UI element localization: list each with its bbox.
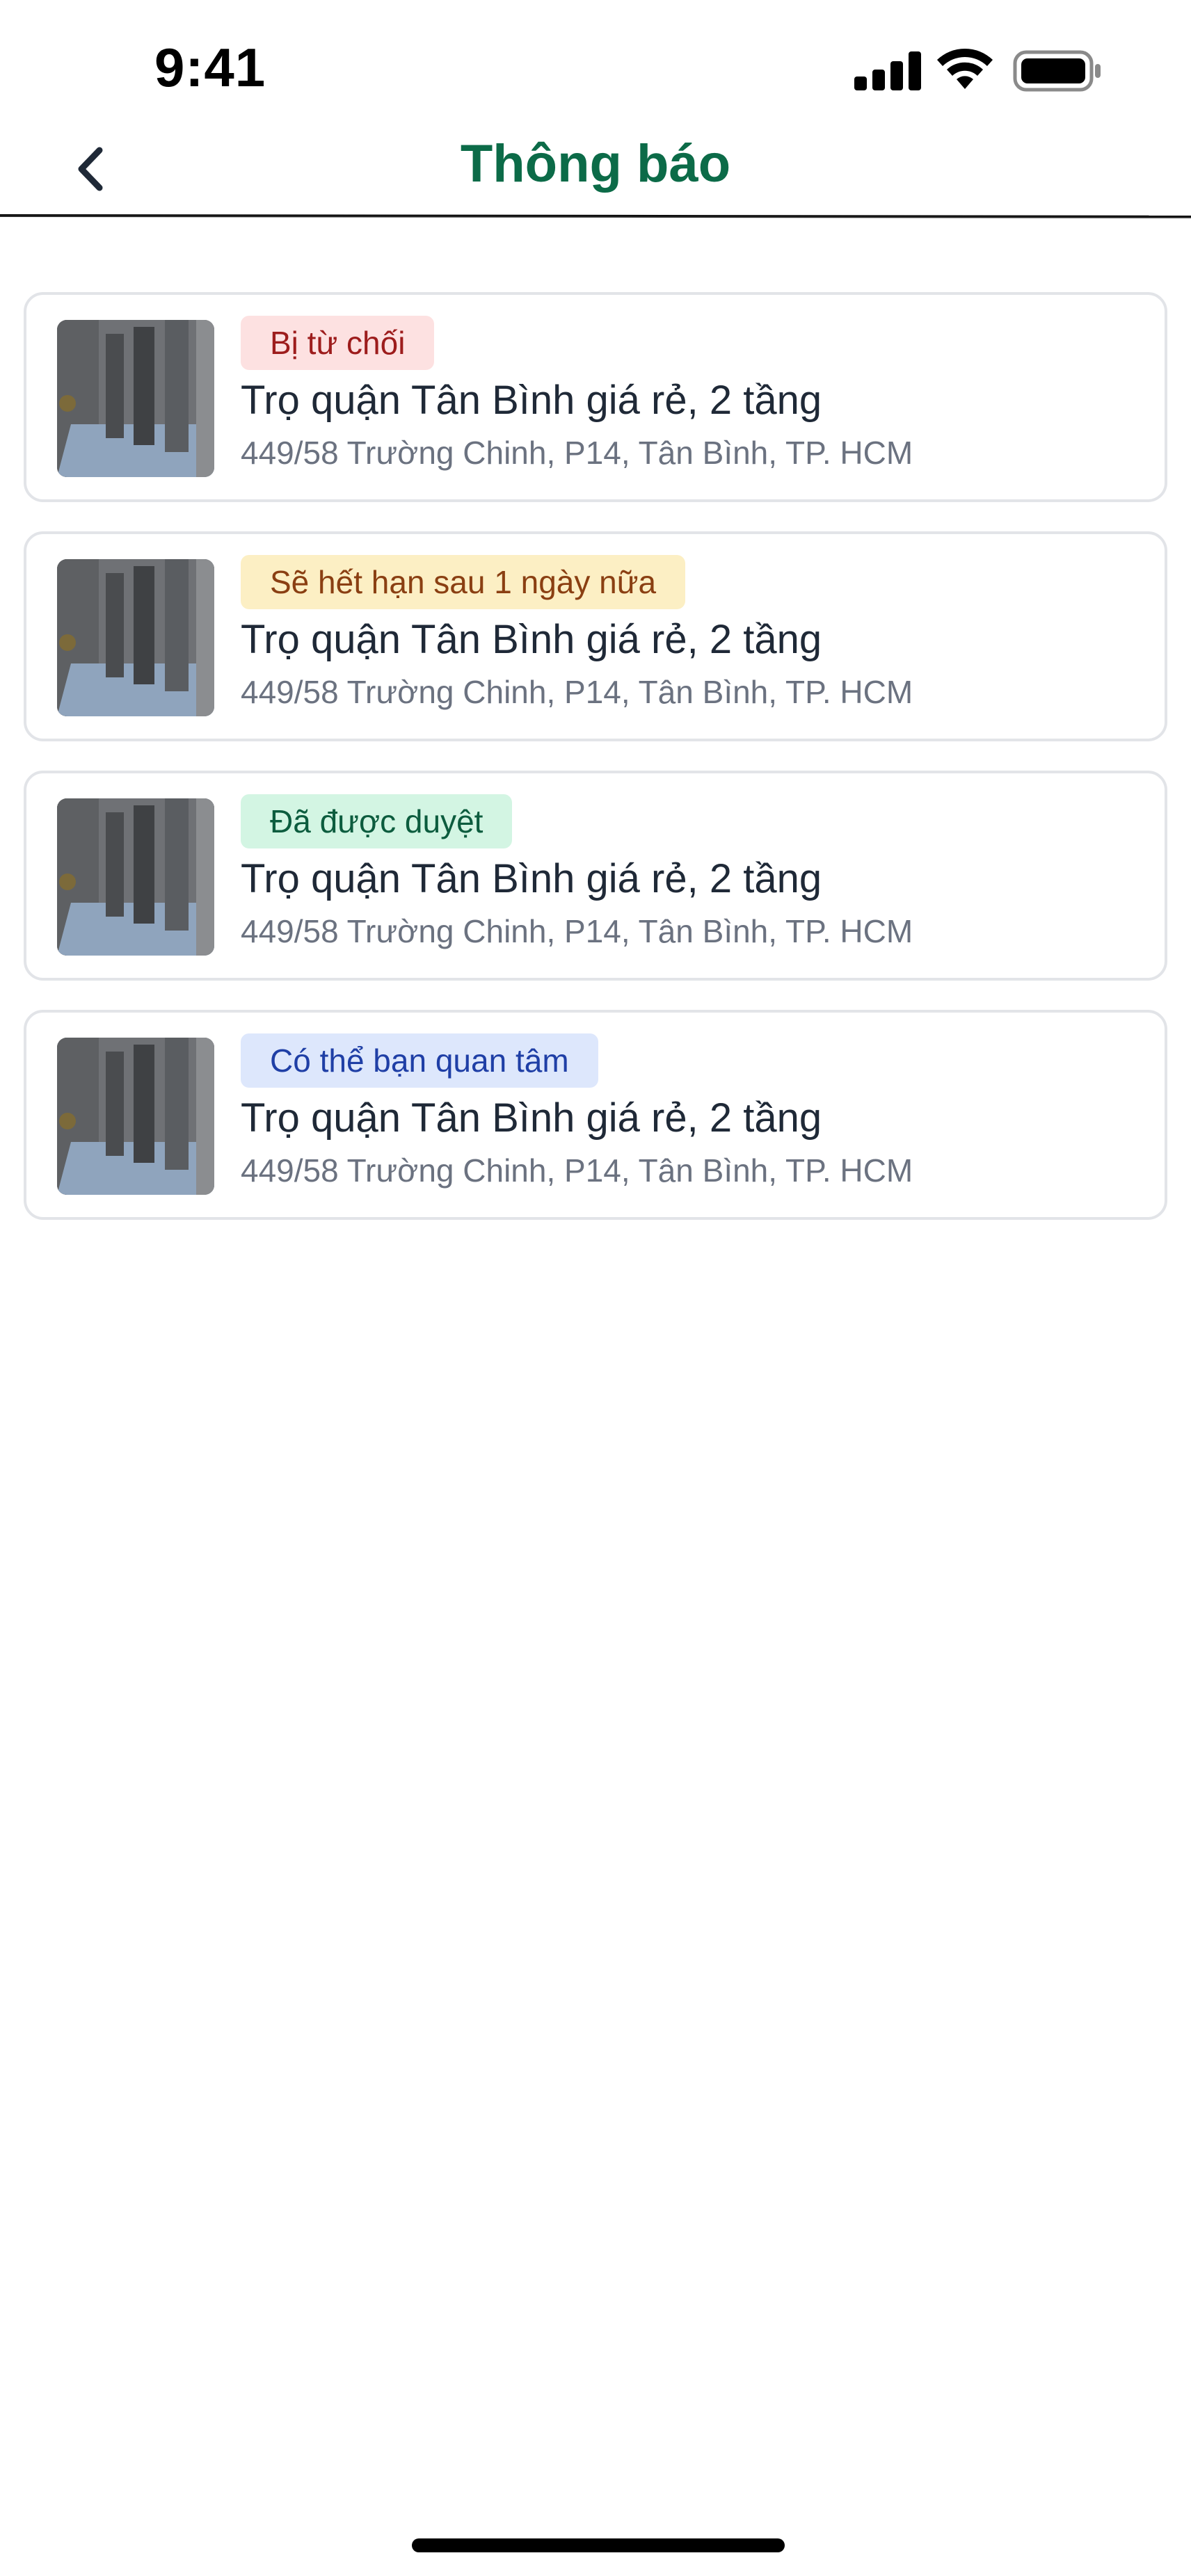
listing-address: 449/58 Trường Chinh, P14, Tân Bình, TP. … bbox=[241, 1152, 913, 1189]
battery-icon bbox=[1013, 50, 1103, 95]
listing-thumbnail bbox=[57, 1038, 214, 1195]
status-badge: Đã được duyệt bbox=[241, 794, 513, 848]
status-bar: 9:41 bbox=[0, 0, 1191, 139]
listing-title: Trọ quận Tân Bình giá rẻ, 2 tầng bbox=[241, 856, 822, 901]
listing-thumbnail bbox=[57, 320, 214, 477]
status-time: 9:41 bbox=[154, 37, 266, 98]
listing-title: Trọ quận Tân Bình giá rẻ, 2 tầng bbox=[241, 1095, 822, 1141]
listing-thumbnail bbox=[57, 798, 214, 956]
home-indicator[interactable] bbox=[412, 2538, 785, 2552]
notification-card[interactable]: Đã được duyệt Trọ quận Tân Bình giá rẻ, … bbox=[24, 771, 1167, 981]
status-badge: Có thể bạn quan tâm bbox=[241, 1033, 598, 1088]
notification-card[interactable]: Bị từ chối Trọ quận Tân Bình giá rẻ, 2 t… bbox=[24, 292, 1167, 502]
listing-title: Trọ quận Tân Bình giá rẻ, 2 tầng bbox=[241, 378, 822, 423]
listing-title: Trọ quận Tân Bình giá rẻ, 2 tầng bbox=[241, 617, 822, 662]
listing-address: 449/58 Trường Chinh, P14, Tân Bình, TP. … bbox=[241, 435, 913, 471]
listing-address: 449/58 Trường Chinh, P14, Tân Bình, TP. … bbox=[241, 913, 913, 949]
signal-icon bbox=[854, 51, 924, 94]
header: Thông báo bbox=[0, 125, 1191, 223]
status-badge: Sẽ hết hạn sau 1 ngày nữa bbox=[241, 555, 686, 609]
wifi-icon bbox=[936, 46, 994, 94]
notification-list: Bị từ chối Trọ quận Tân Bình giá rẻ, 2 t… bbox=[24, 292, 1167, 1249]
listing-address: 449/58 Trường Chinh, P14, Tân Bình, TP. … bbox=[241, 674, 913, 710]
notification-card[interactable]: Sẽ hết hạn sau 1 ngày nữa Trọ quận Tân B… bbox=[24, 531, 1167, 741]
status-badge: Bị từ chối bbox=[241, 316, 435, 370]
notification-card[interactable]: Có thể bạn quan tâm Trọ quận Tân Bình gi… bbox=[24, 1010, 1167, 1220]
listing-thumbnail bbox=[57, 559, 214, 716]
page-title: Thông báo bbox=[460, 134, 731, 193]
